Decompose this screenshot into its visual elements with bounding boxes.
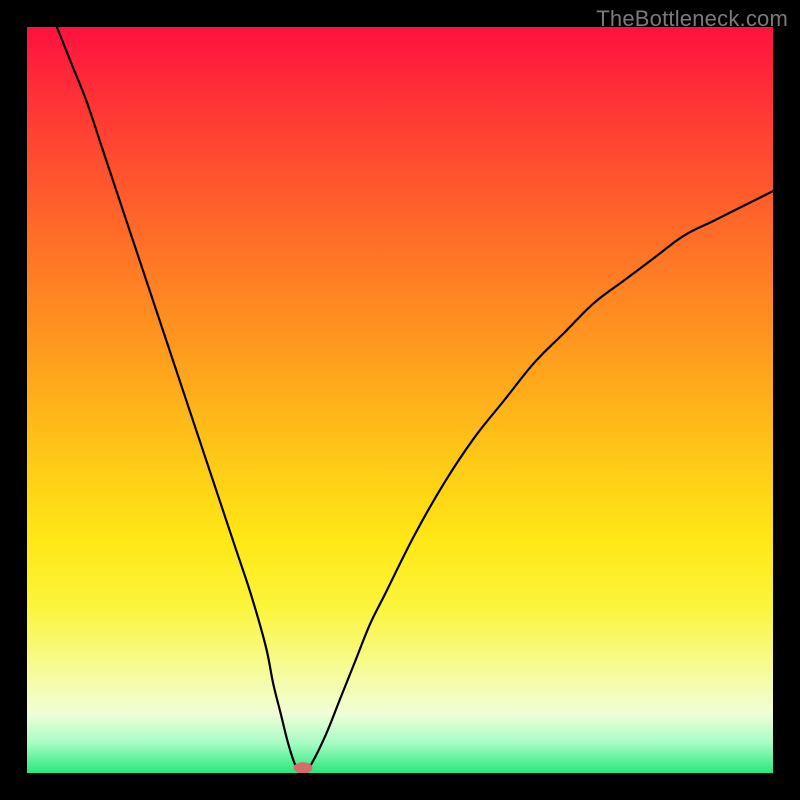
watermark-text: TheBottleneck.com	[596, 6, 788, 32]
minimum-marker	[294, 763, 312, 773]
plot-area	[27, 27, 773, 773]
chart-svg	[27, 27, 773, 773]
chart-frame: TheBottleneck.com	[0, 0, 800, 800]
bottleneck-curve	[57, 27, 773, 773]
